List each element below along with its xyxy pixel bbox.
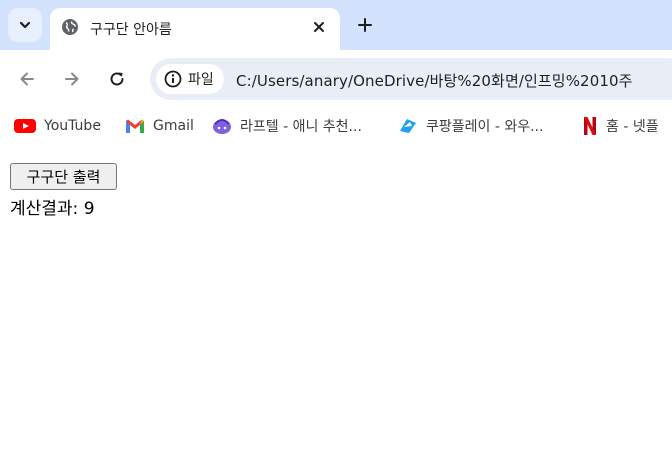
navigation-toolbar: 파일 C:/Users/anary/OneDrive/바탕%20화면/인프밍%2… — [0, 50, 672, 108]
globe-icon — [62, 19, 78, 35]
browser-chrome: 구구단 안아름 파일 C:/Users/anary/OneDrive/바탕%20… — [0, 0, 672, 146]
bookmark-youtube[interactable]: YouTube — [14, 114, 101, 138]
forward-button[interactable] — [58, 65, 86, 93]
gmail-icon — [126, 119, 144, 133]
site-info-chip[interactable]: 파일 — [156, 64, 224, 94]
plus-icon — [358, 18, 372, 32]
bookmark-label: YouTube — [44, 118, 101, 134]
close-icon — [314, 22, 324, 32]
bookmark-laftel[interactable]: 라프텔 - 애니 추천... — [212, 114, 362, 138]
chevron-down-icon — [19, 21, 31, 29]
tab-title: 구구단 안아름 — [90, 22, 172, 38]
bookmark-label: 홈 - 넷플 — [606, 119, 659, 135]
active-tab[interactable]: 구구단 안아름 — [50, 8, 340, 50]
forward-arrow-icon — [65, 72, 79, 86]
page-content: 구구단 출력 계산결과: 9 — [0, 146, 672, 451]
bookmark-label: 쿠팡플레이 - 와우... — [426, 119, 544, 135]
calculation-result: 계산결과: 9 — [10, 199, 95, 219]
laftel-icon — [213, 119, 231, 134]
bookmark-coupang-play[interactable]: 쿠팡플레이 - 와우... — [398, 114, 543, 138]
bookmark-label: Gmail — [153, 118, 194, 134]
back-button[interactable] — [13, 65, 41, 93]
address-bar[interactable]: 파일 C:/Users/anary/OneDrive/바탕%20화면/인프밍%2… — [150, 58, 672, 100]
tab-strip: 구구단 안아름 — [0, 0, 672, 50]
youtube-icon — [14, 119, 36, 133]
info-icon — [164, 70, 182, 88]
print-gugudan-button[interactable]: 구구단 출력 — [10, 163, 117, 190]
bookmarks-bar: YouTube Gmail 라프텔 - 애니 추천... 쿠팡플레이 - 와우.… — [0, 108, 672, 144]
url-text[interactable]: C:/Users/anary/OneDrive/바탕%20화면/인프밍%2010… — [236, 70, 633, 91]
new-tab-button[interactable] — [352, 12, 378, 38]
site-info-label: 파일 — [188, 72, 214, 88]
bookmark-label: 라프텔 - 애니 추천... — [240, 119, 362, 135]
netflix-icon — [584, 117, 596, 135]
reload-button[interactable] — [103, 65, 131, 93]
coupang-play-icon — [400, 119, 416, 133]
reload-icon — [110, 72, 124, 86]
back-arrow-icon — [20, 72, 34, 86]
bookmark-gmail[interactable]: Gmail — [125, 114, 194, 138]
bookmark-netflix[interactable]: 홈 - 넷플 — [582, 114, 659, 138]
tab-close-button[interactable] — [308, 16, 330, 38]
tab-search-button[interactable] — [8, 8, 42, 42]
